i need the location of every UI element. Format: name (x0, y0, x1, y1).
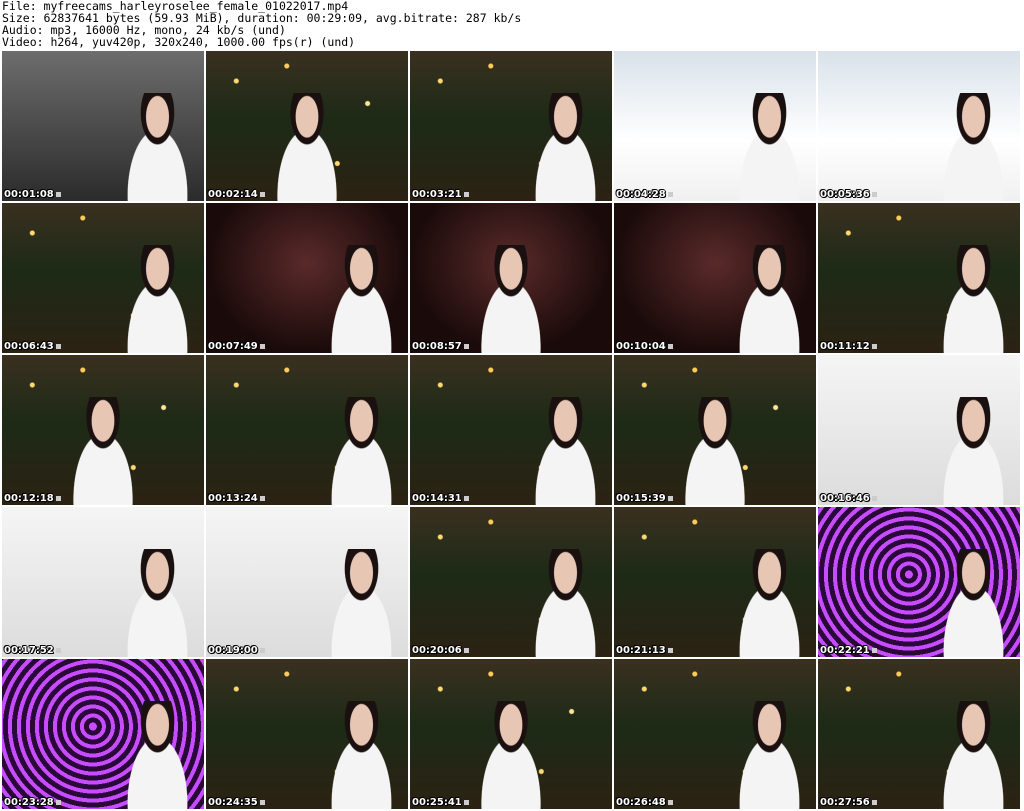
thumbnail-timestamp: 00:05:36 (820, 189, 877, 200)
thumbnail-timestamp: 00:20:06 (412, 645, 469, 656)
performer-figure (315, 549, 408, 657)
performer-figure (111, 245, 204, 353)
performer-figure (927, 93, 1020, 201)
video-thumbnail[interactable]: 00:01:08 (2, 51, 204, 201)
performer-figure (315, 397, 408, 505)
performer-figure (260, 93, 354, 201)
video-thumbnail[interactable]: 00:27:56 (818, 659, 1020, 809)
video-thumbnail[interactable]: 00:26:48 (614, 659, 816, 809)
thumbnail-timestamp: 00:14:31 (412, 493, 469, 504)
video-thumbnail[interactable]: 00:15:39 (614, 355, 816, 505)
thumbnail-timestamp: 00:03:21 (412, 189, 469, 200)
performer-figure (723, 549, 816, 657)
performer-figure (111, 549, 204, 657)
performer-figure (927, 397, 1020, 505)
video-thumbnail[interactable]: 00:08:57 (410, 203, 612, 353)
video-thumbnail[interactable]: 00:12:18 (2, 355, 204, 505)
thumbnail-timestamp: 00:11:12 (820, 341, 877, 352)
thumbnail-timestamp: 00:15:39 (616, 493, 673, 504)
thumbnail-timestamp: 00:08:57 (412, 341, 469, 352)
thumbnail-timestamp: 00:22:21 (820, 645, 877, 656)
video-thumbnail[interactable]: 00:13:24 (206, 355, 408, 505)
video-thumbnail[interactable]: 00:19:00 (206, 507, 408, 657)
performer-figure (519, 93, 612, 201)
thumbnail-timestamp: 00:24:35 (208, 797, 265, 808)
performer-figure (723, 701, 816, 809)
video-thumbnail[interactable]: 00:17:52 (2, 507, 204, 657)
performer-figure (56, 397, 150, 505)
video-thumbnail[interactable]: 00:05:36 (818, 51, 1020, 201)
video-thumbnail[interactable]: 00:11:12 (818, 203, 1020, 353)
thumbnail-timestamp: 00:21:13 (616, 645, 673, 656)
thumbnail-timestamp: 00:26:48 (616, 797, 673, 808)
thumbnail-grid: 00:01:08 00:02:14 00:03:21 00:04:28 00:05:36… (2, 51, 1022, 810)
thumbnail-timestamp: 00:06:43 (4, 341, 61, 352)
video-thumbnail[interactable]: 00:16:46 (818, 355, 1020, 505)
performer-figure (464, 245, 558, 353)
thumbnail-timestamp: 00:02:14 (208, 189, 265, 200)
thumbnail-timestamp: 00:04:28 (616, 189, 673, 200)
performer-figure (111, 701, 204, 809)
video-thumbnail[interactable]: 00:04:28 (614, 51, 816, 201)
video-thumbnail[interactable]: 00:10:04 (614, 203, 816, 353)
performer-figure (927, 549, 1020, 657)
thumbnail-timestamp: 00:19:00 (208, 645, 265, 656)
video-thumbnail[interactable]: 00:03:21 (410, 51, 612, 201)
video-thumbnail[interactable]: 00:23:28 (2, 659, 204, 809)
video-thumbnail[interactable]: 00:02:14 (206, 51, 408, 201)
performer-figure (315, 701, 408, 809)
video-thumbnail[interactable]: 00:25:41 (410, 659, 612, 809)
info-header: File: myfreecams_harleyroselee_female_01… (2, 0, 1022, 50)
thumbnail-timestamp: 00:27:56 (820, 797, 877, 808)
video-thumbnail[interactable]: 00:20:06 (410, 507, 612, 657)
thumbnail-timestamp: 00:16:46 (820, 493, 877, 504)
performer-figure (519, 549, 612, 657)
performer-figure (519, 397, 612, 505)
thumbnail-timestamp: 00:13:24 (208, 493, 265, 504)
performer-figure (927, 245, 1020, 353)
video-thumbnail[interactable]: 00:22:21 (818, 507, 1020, 657)
performer-figure (723, 245, 816, 353)
video-thumbnail[interactable]: 00:06:43 (2, 203, 204, 353)
performer-figure (723, 93, 816, 201)
performer-figure (668, 397, 762, 505)
video-thumbnail[interactable]: 00:24:35 (206, 659, 408, 809)
video-thumbnail[interactable]: 00:07:49 (206, 203, 408, 353)
video-info-line: Video: h264, yuv420p, 320x240, 1000.00 f… (2, 35, 356, 49)
thumbnail-timestamp: 00:23:28 (4, 797, 61, 808)
thumbnail-timestamp: 00:12:18 (4, 493, 61, 504)
video-thumbnail[interactable]: 00:21:13 (614, 507, 816, 657)
performer-figure (464, 701, 558, 809)
performer-figure (111, 93, 204, 201)
thumbnail-timestamp: 00:01:08 (4, 189, 61, 200)
performer-figure (315, 245, 408, 353)
thumbnail-timestamp: 00:25:41 (412, 797, 469, 808)
video-thumbnail[interactable]: 00:14:31 (410, 355, 612, 505)
thumbnail-timestamp: 00:07:49 (208, 341, 265, 352)
thumbnail-timestamp: 00:10:04 (616, 341, 673, 352)
performer-figure (927, 701, 1020, 809)
thumbnail-timestamp: 00:17:52 (4, 645, 61, 656)
